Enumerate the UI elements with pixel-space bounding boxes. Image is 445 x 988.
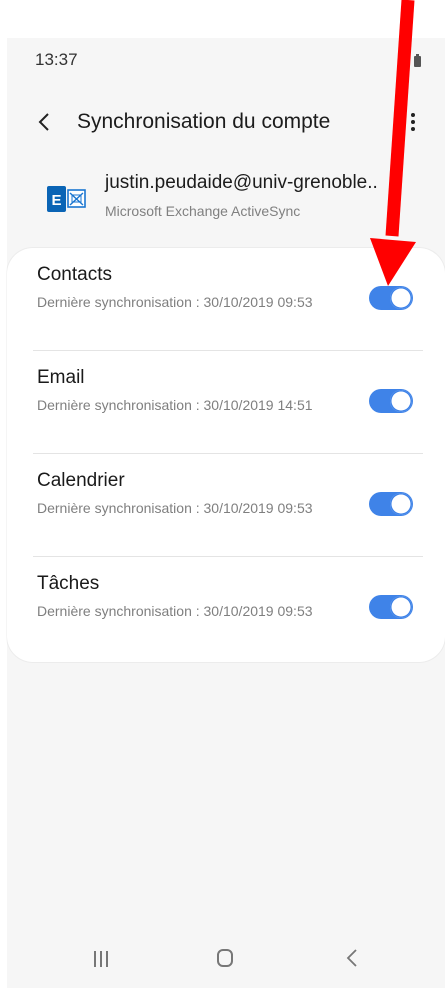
sync-item-title: Calendrier: [37, 470, 125, 491]
status-time: 13:37: [35, 50, 78, 69]
sync-item-calendrier[interactable]: Calendrier Dernière synchronisation : 30…: [7, 454, 445, 557]
battery-icon: [414, 54, 421, 67]
account-email: justin.peudaide@univ-grenoble..: [105, 172, 378, 193]
exchange-icon: E: [47, 186, 86, 212]
sync-item-email[interactable]: Email Dernière synchronisation : 30/10/2…: [7, 351, 445, 454]
phone-screen: 13:37 Synchronisation du compte E justin…: [7, 38, 445, 988]
sync-options-card: Contacts Dernière synchronisation : 30/1…: [7, 248, 445, 662]
home-icon[interactable]: [217, 949, 233, 967]
page-title: Synchronisation du compte: [77, 110, 331, 133]
app-bar: Synchronisation du compte: [7, 100, 445, 144]
toggle-knob: [390, 596, 412, 618]
signal-bar: [405, 57, 407, 67]
sync-item-last-sync: Dernière synchronisation : 30/10/2019 09…: [37, 294, 313, 310]
signal-bar: [402, 60, 404, 67]
navigation-bar: [7, 933, 445, 983]
sync-item-title: Tâches: [37, 573, 100, 594]
more-vertical-icon[interactable]: [403, 110, 423, 134]
sync-item-title: Email: [37, 367, 85, 388]
account-header: E justin.peudaide@univ-grenoble.. Micros…: [7, 168, 445, 228]
sync-item-contacts[interactable]: Contacts Dernière synchronisation : 30/1…: [7, 248, 445, 351]
back-icon[interactable]: [345, 947, 359, 969]
status-icons: [391, 53, 421, 67]
account-type: Microsoft Exchange ActiveSync: [105, 203, 301, 219]
contacts-sync-toggle[interactable]: [369, 286, 413, 310]
toggle-knob: [390, 493, 412, 515]
sync-item-last-sync: Dernière synchronisation : 30/10/2019 14…: [37, 397, 313, 413]
sync-item-taches[interactable]: Tâches Dernière synchronisation : 30/10/…: [7, 557, 445, 660]
signal-icon: [399, 63, 401, 67]
toggle-knob: [390, 390, 412, 412]
recents-icon[interactable]: [92, 951, 110, 967]
taches-sync-toggle[interactable]: [369, 595, 413, 619]
svg-text:E: E: [52, 192, 62, 209]
chevron-left-icon[interactable]: [33, 110, 57, 134]
sync-item-last-sync: Dernière synchronisation : 30/10/2019 09…: [37, 500, 313, 516]
status-bar: 13:37: [7, 38, 445, 76]
sync-item-title: Contacts: [37, 264, 112, 285]
calendrier-sync-toggle[interactable]: [369, 492, 413, 516]
email-sync-toggle[interactable]: [369, 389, 413, 413]
sync-item-last-sync: Dernière synchronisation : 30/10/2019 09…: [37, 603, 313, 619]
toggle-knob: [390, 287, 412, 309]
